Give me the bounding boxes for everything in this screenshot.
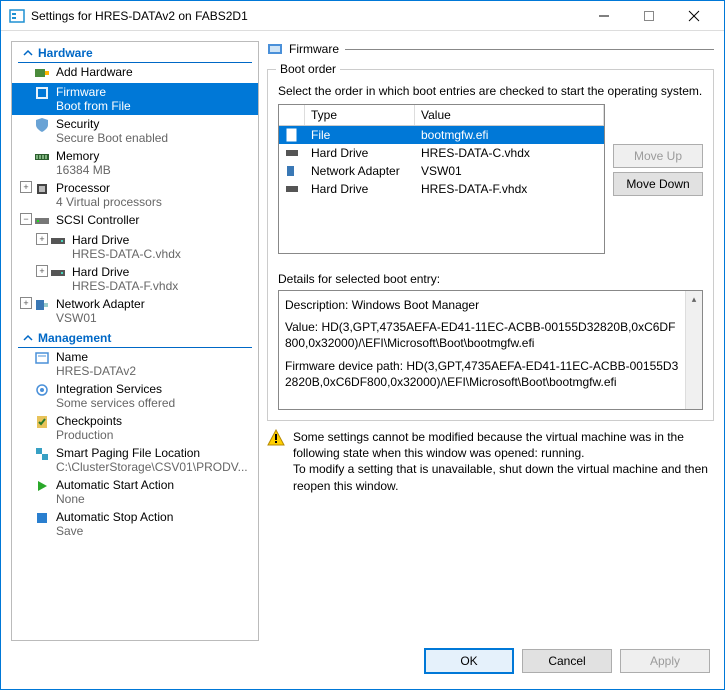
window-title: Settings for HRES-DATAv2 on FABS2D1: [31, 9, 581, 23]
paging-icon: [34, 446, 50, 462]
shield-icon: [34, 117, 50, 133]
col-type[interactable]: Type: [305, 105, 415, 125]
chevron-up-icon: [22, 332, 34, 344]
maximize-button[interactable]: [626, 1, 671, 31]
settings-panel: Firmware Boot order Select the order in …: [267, 41, 714, 641]
management-label: Management: [38, 331, 111, 345]
tree-hd2[interactable]: + Hard DriveHRES-DATA-F.vhdx: [12, 263, 258, 295]
scroll-up-icon[interactable]: ▴: [686, 291, 702, 308]
divider: [345, 49, 714, 50]
tree-name[interactable]: NameHRES-DATAv2: [12, 348, 258, 380]
hard-drive-icon: [50, 233, 66, 249]
warning-text: Some settings cannot be modified because…: [293, 429, 710, 494]
move-down-button[interactable]: Move Down: [613, 172, 703, 196]
auto-stop-icon: [34, 510, 50, 526]
tree-integration[interactable]: Integration ServicesSome services offere…: [12, 380, 258, 412]
tree-add-hardware[interactable]: Add Hardware: [12, 63, 258, 83]
boot-order-description: Select the order in which boot entries a…: [278, 84, 703, 98]
firmware-icon: [34, 85, 50, 101]
boot-row-hd1[interactable]: Hard Drive HRES-DATA-C.vhdx: [279, 144, 604, 162]
tree-network[interactable]: + Network AdapterVSW01: [12, 295, 258, 327]
move-up-button: Move Up: [613, 144, 703, 168]
expand-icon[interactable]: +: [36, 233, 48, 245]
minimize-button[interactable]: [581, 1, 626, 31]
details-line: Description: Windows Boot Manager: [285, 297, 682, 313]
tree-auto-start[interactable]: Automatic Start ActionNone: [12, 476, 258, 508]
firmware-icon: [267, 41, 283, 57]
chevron-up-icon: [22, 47, 34, 59]
warning-panel: Some settings cannot be modified because…: [267, 429, 714, 494]
boot-order-group: Boot order Select the order in which boo…: [267, 69, 714, 421]
cancel-button[interactable]: Cancel: [522, 649, 612, 673]
expand-icon[interactable]: +: [36, 265, 48, 277]
boot-order-title: Boot order: [276, 62, 340, 76]
hard-drive-icon: [285, 182, 299, 196]
tree-firmware[interactable]: FirmwareBoot from File: [12, 83, 258, 115]
network-adapter-icon: [285, 164, 299, 178]
ok-button[interactable]: OK: [424, 648, 514, 674]
tree-security[interactable]: SecuritySecure Boot enabled: [12, 115, 258, 147]
management-section-header[interactable]: Management: [18, 329, 252, 348]
details-box: Description: Windows Boot Manager Value:…: [278, 290, 703, 410]
auto-start-icon: [34, 478, 50, 494]
col-value[interactable]: Value: [415, 105, 604, 125]
table-header: Type Value: [279, 105, 604, 126]
scsi-icon: [34, 213, 50, 229]
integration-icon: [34, 382, 50, 398]
details-line: Value: HD(3,GPT,4735AEFA-ED41-11EC-ACBB-…: [285, 319, 682, 351]
cpu-icon: [34, 181, 50, 197]
titlebar: Settings for HRES-DATAv2 on FABS2D1: [1, 1, 724, 31]
tree-paging[interactable]: Smart Paging File LocationC:\ClusterStor…: [12, 444, 258, 476]
hard-drive-icon: [50, 265, 66, 281]
tree-processor[interactable]: + Processor4 Virtual processors: [12, 179, 258, 211]
collapse-icon[interactable]: −: [20, 213, 32, 225]
hardware-section-header[interactable]: Hardware: [18, 44, 252, 63]
boot-order-table[interactable]: Type Value File bootmgfw.efi Hard Drive …: [278, 104, 605, 254]
tree-auto-stop[interactable]: Automatic Stop ActionSave: [12, 508, 258, 540]
boot-row-net[interactable]: Network Adapter VSW01: [279, 162, 604, 180]
hardware-label: Hardware: [38, 46, 93, 60]
dialog-buttons: OK Cancel Apply: [1, 641, 724, 681]
tree-hd1[interactable]: + Hard DriveHRES-DATA-C.vhdx: [12, 231, 258, 263]
memory-icon: [34, 149, 50, 165]
tree-checkpoints[interactable]: CheckpointsProduction: [12, 412, 258, 444]
tree-memory[interactable]: Memory16384 MB: [12, 147, 258, 179]
details-label: Details for selected boot entry:: [278, 272, 703, 286]
boot-row-hd2[interactable]: Hard Drive HRES-DATA-F.vhdx: [279, 180, 604, 198]
boot-row-file[interactable]: File bootmgfw.efi: [279, 126, 604, 144]
add-hardware-icon: [34, 65, 50, 81]
panel-title: Firmware: [289, 42, 339, 56]
settings-window-icon: [9, 8, 25, 24]
warning-icon: [267, 429, 285, 447]
checkpoint-icon: [34, 414, 50, 430]
expand-icon[interactable]: +: [20, 297, 32, 309]
scrollbar[interactable]: ▴: [685, 291, 702, 409]
expand-icon[interactable]: +: [20, 181, 32, 193]
apply-button: Apply: [620, 649, 710, 673]
panel-header: Firmware: [267, 41, 714, 57]
name-icon: [34, 350, 50, 366]
tree-scsi[interactable]: − SCSI Controller: [12, 211, 258, 231]
settings-tree[interactable]: Hardware Add Hardware FirmwareBoot from …: [11, 41, 259, 641]
network-adapter-icon: [34, 297, 50, 313]
details-line: Firmware device path: HD(3,GPT,4735AEFA-…: [285, 358, 682, 390]
close-button[interactable]: [671, 1, 716, 31]
file-icon: [285, 128, 299, 142]
hard-drive-icon: [285, 146, 299, 160]
